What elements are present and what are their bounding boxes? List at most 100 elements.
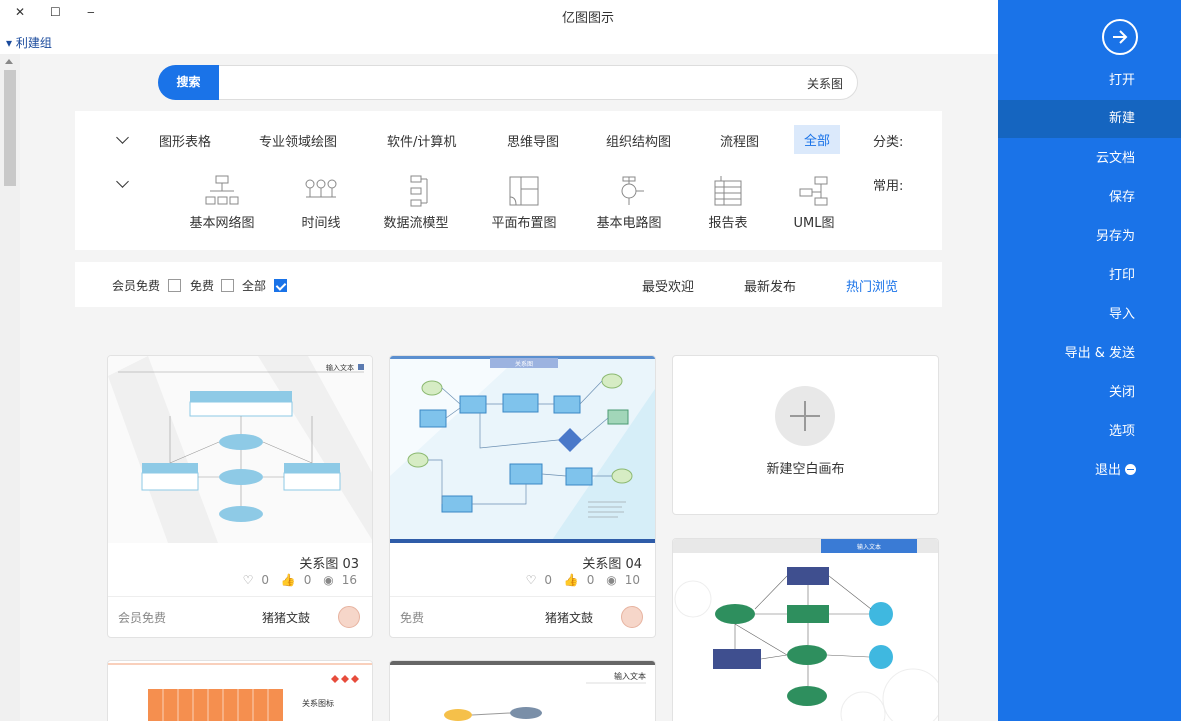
filter-free-label: 免费 [190, 279, 215, 293]
scrollbar[interactable] [0, 54, 20, 721]
filter-member-checkbox[interactable] [168, 279, 181, 292]
window-title: 亿图图示 [562, 11, 615, 26]
favorites-count: 0 [544, 573, 552, 587]
template-card[interactable]: 输入文本 关系图 03 ♡ 0 👍 0 ◉ 16 会员免费 猪猪文鼓 [107, 355, 373, 638]
sidebar-item-options[interactable]: 选项 [1109, 413, 1135, 451]
new-canvas-label: 新建空白画布 [766, 462, 845, 477]
avatar[interactable] [338, 606, 360, 628]
data-flow-icon [410, 175, 428, 207]
chevron-down-icon[interactable] [116, 175, 129, 188]
template-title: 关系图 04 [582, 557, 642, 572]
category-flowchart[interactable]: 流程图 [720, 131, 759, 150]
file-menu-sidebar: 打开 新建 云文档 保存 另存为 打印 导入 导出 & 发送 关闭 选项 退出 [998, 0, 1181, 721]
common-uml[interactable]: UML图 [773, 175, 855, 231]
sidebar-item-new[interactable]: 新建 [998, 100, 1181, 138]
filter-all-checkbox[interactable] [274, 279, 287, 292]
category-org-chart[interactable]: 组织结构图 [606, 131, 671, 150]
timeline-icon [305, 179, 337, 198]
template-thumbnail: 关系图 [390, 356, 655, 543]
sidebar-item-import[interactable]: 导入 [1109, 296, 1135, 334]
close-icon[interactable]: ✕ [15, 5, 25, 19]
common-circuit[interactable]: 基本电路图 [588, 175, 670, 231]
sidebar-item-print[interactable]: 打印 [1109, 257, 1135, 295]
minimize-icon[interactable]: ‒ [87, 5, 95, 19]
ribbon-menu[interactable]: ▾ 利建组 [6, 34, 52, 51]
search-input[interactable]: 关系图 [807, 75, 843, 92]
views-count: 10 [624, 573, 640, 587]
tab-newest[interactable]: 最新发布 [744, 276, 796, 295]
new-canvas-card[interactable]: 新建空白画布 [672, 355, 939, 515]
filter-member-label: 会员免费 [112, 279, 161, 293]
template-title: 关系图 03 [299, 557, 359, 572]
thumb-heading: 输入文本 [857, 543, 881, 551]
sidebar-item-close[interactable]: 关闭 [1109, 374, 1135, 412]
template-author[interactable]: 猪猪文鼓 [262, 609, 310, 626]
relationship-diagram-preview: 输入文本 [108, 356, 372, 543]
category-graphic-table[interactable]: 图形表格 [159, 131, 211, 150]
common-report[interactable]: 报告表 [687, 175, 769, 231]
template-author[interactable]: 猪猪文鼓 [545, 609, 593, 626]
tab-most-liked[interactable]: 最受欢迎 [642, 276, 694, 295]
template-card[interactable]: 输入文本 [389, 660, 656, 721]
heart-icon: ♡ [525, 573, 537, 587]
common-timeline-label: 时间线 [301, 216, 341, 231]
thumb-heading: 输入文本 [614, 671, 646, 681]
card-divider [390, 596, 655, 597]
category-panel: 图形表格 专业领域绘图 软件/计算机 思维导图 组织结构图 流程图 全部 分类:… [75, 111, 942, 250]
category-all[interactable]: 全部 [794, 125, 841, 154]
report-table-icon [714, 176, 742, 206]
filter-free-checkbox[interactable] [221, 279, 234, 292]
sidebar-item-save-as[interactable]: 另存为 [1096, 218, 1135, 256]
eye-icon: ◉ [323, 573, 334, 587]
maximize-icon[interactable]: ☐ [50, 5, 61, 19]
chevron-down-icon[interactable] [116, 131, 129, 144]
common-circuit-label: 基本电路图 [596, 216, 662, 231]
sidebar-item-open[interactable]: 打开 [1109, 62, 1135, 100]
relationship-diagram-preview: 输入文本 [673, 539, 938, 721]
sidebar-item-exit-label: 退出 [1094, 463, 1121, 478]
exit-icon [1125, 464, 1136, 475]
template-card[interactable]: 关系图标 [107, 660, 373, 721]
network-diagram-icon [205, 175, 239, 205]
template-price: 会员免费 [118, 611, 167, 625]
category-professional[interactable]: 专业领域绘图 [259, 131, 337, 150]
relationship-diagram-preview: 关系图 [390, 356, 655, 543]
common-floorplan-label: 平面布置图 [491, 216, 557, 231]
table-preview: 关系图标 [108, 661, 372, 721]
eye-icon: ◉ [606, 573, 617, 587]
category-software[interactable]: 软件/计算机 [387, 131, 456, 150]
back-arrow-icon[interactable] [1102, 19, 1138, 55]
template-card[interactable]: 关系图 关系图 04 ♡ 0 👍 0 ◉ 10 免费 猪猪文鼓 [389, 355, 656, 638]
floor-plan-icon [509, 176, 539, 206]
scroll-up-icon[interactable] [5, 59, 13, 64]
common-uml-label: UML图 [793, 216, 835, 231]
search-bar: 搜索 关系图 [158, 65, 858, 100]
template-thumbnail: 输入文本 [108, 356, 372, 543]
avatar[interactable] [621, 606, 643, 628]
common-dataflow-label: 数据流模型 [383, 216, 449, 231]
common-dataflow[interactable]: 数据流模型 [375, 175, 457, 231]
filter-bar: 会员免费 免费 全部 最受欢迎 最新发布 热门浏览 [75, 262, 942, 307]
plus-icon [775, 386, 835, 446]
category-mindmap[interactable]: 思维导图 [507, 131, 559, 150]
sidebar-item-exit[interactable]: 退出 [1095, 452, 1136, 490]
search-button[interactable]: 搜索 [158, 65, 219, 100]
common-floorplan[interactable]: 平面布置图 [483, 175, 565, 231]
template-card[interactable]: 输入文本 [672, 538, 939, 721]
sidebar-item-save[interactable]: 保存 [1109, 179, 1135, 217]
sidebar-item-export[interactable]: 导出 & 发送 [1065, 335, 1135, 373]
common-timeline[interactable]: 时间线 [280, 175, 362, 231]
common-network[interactable]: 基本网络图 [181, 175, 263, 231]
common-report-label: 报告表 [708, 216, 748, 231]
likes-count: 0 [303, 573, 312, 587]
filter-all-label: 全部 [242, 279, 267, 293]
card-divider [108, 596, 372, 597]
template-price: 免费 [400, 611, 425, 625]
template-stats: ♡ 0 👍 0 ◉ 10 [518, 573, 640, 587]
template-stats: ♡ 0 👍 0 ◉ 16 [235, 573, 357, 587]
scroll-thumb[interactable] [4, 70, 16, 186]
tab-hot[interactable]: 热门浏览 [846, 276, 898, 295]
common-network-label: 基本网络图 [189, 216, 255, 231]
mind-map-preview: 输入文本 [390, 661, 655, 721]
sidebar-item-cloud[interactable]: 云文档 [1096, 140, 1135, 178]
